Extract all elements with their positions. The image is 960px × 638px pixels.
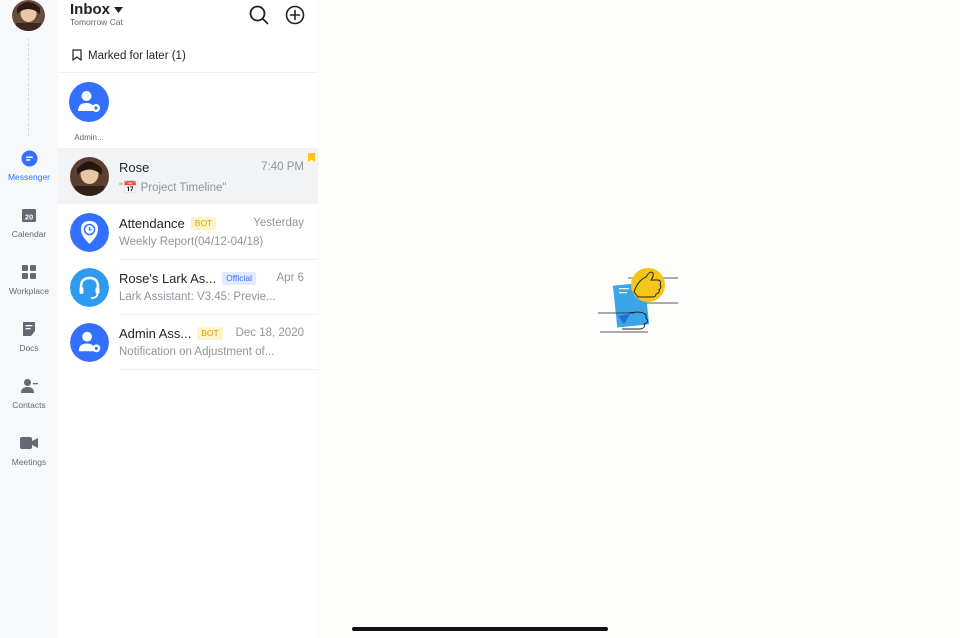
pinned-label: Admin... [74,133,104,142]
chat-name-text: Rose's Lark As... [119,271,217,286]
workplace-icon [20,263,38,281]
chat-time: 7:40 PM [261,161,304,173]
search-icon [249,5,269,29]
chat-time: Apr 6 [276,272,305,284]
nav-label: Docs [19,343,39,353]
new-chat-button[interactable] [285,5,305,25]
user-avatar[interactable] [12,0,45,31]
chat-item-attendance[interactable]: Attendance BOT Yesterday Weekly Report(0… [58,205,318,260]
chat-time: Yesterday [253,217,304,229]
nav-label: Contacts [12,400,46,410]
chat-item-lark-assistant[interactable]: Rose's Lark As... Official Apr 6 Lark As… [58,260,318,315]
nav-docs[interactable]: Docs [0,320,58,368]
chat-item-rose[interactable]: Rose 7:40 PM "📅 Project Timeline" [58,149,318,204]
nav-calendar[interactable]: 20 Calendar [0,206,58,254]
pinned-chat-admin[interactable]: Admin... [68,82,110,142]
rail-divider [28,38,29,136]
admin-assistant-icon [70,323,109,362]
admin-assistant-icon [69,82,109,127]
nav-workplace[interactable]: Workplace [0,263,58,311]
nav-rail: Messenger 20 Calendar Workplace Docs Con… [0,0,58,638]
inbox-subtitle: Tomorrow Cat [70,17,123,27]
inbox-switcher[interactable]: Inbox [70,1,123,18]
caret-down-icon [114,1,123,18]
chat-name: Admin Ass... BOT [119,326,223,341]
nav-label: Calendar [11,229,47,239]
headset-icon [70,268,109,307]
attendance-icon [70,213,109,252]
divider [119,369,318,370]
conversation-pane [318,0,960,638]
calendar-icon: 20 [20,206,38,224]
chat-time: Dec 18, 2020 [235,327,304,339]
chat-preview: Weekly Report(04/12-04/18) [119,236,264,248]
meetings-icon [20,434,38,452]
avatar [70,157,109,196]
nav-meetings[interactable]: Meetings [0,434,58,482]
nav-label: Messenger [7,172,51,182]
chat-preview: "📅 Project Timeline" [119,182,227,194]
chat-name: Rose's Lark As... Official [119,271,256,286]
chat-preview: Lark Assistant: V3.45: Previe... [119,291,276,303]
chat-list-panel: Inbox Tomorrow Cat Marked for later (1) … [58,0,318,638]
chat-name: Rose [119,160,149,175]
bookmark-flag-icon [308,149,315,162]
bot-tag: BOT [190,217,217,230]
divider [58,72,318,73]
chat-preview: Notification on Adjustment of... [119,346,275,358]
calendar-badge: 20 [25,213,33,222]
search-button[interactable] [249,5,269,25]
bot-tag: BOT [197,327,223,340]
chat-name-text: Rose [119,160,150,175]
home-indicator [352,627,608,631]
avatar [70,268,109,307]
plus-circle-icon [285,5,305,29]
nav-contacts[interactable]: Contacts [0,377,58,425]
inbox-header: Inbox Tomorrow Cat [58,0,318,38]
chat-item-admin-assistant[interactable]: Admin Ass... BOT Dec 18, 2020 Notificati… [58,315,318,370]
marked-label: Marked for later (1) [88,50,186,62]
chat-name-text: Admin Ass... [119,326,192,341]
empty-state-illustration [598,266,680,336]
lark-app: Messenger 20 Calendar Workplace Docs Con… [0,0,960,638]
official-tag: Official [222,272,256,285]
docs-icon [20,320,38,338]
chat-name: Attendance BOT [119,216,217,231]
nav-label: Workplace [9,286,49,296]
contacts-icon [20,377,38,395]
chat-name-text: Attendance [119,216,185,231]
avatar [70,213,109,252]
nav-messenger[interactable]: Messenger [0,149,58,197]
messenger-icon [20,149,38,167]
bookmark-icon [72,48,82,64]
nav-label: Meetings [11,457,47,467]
inbox-title: Inbox [70,1,110,18]
marked-for-later[interactable]: Marked for later (1) [58,42,318,70]
avatar [70,323,109,362]
